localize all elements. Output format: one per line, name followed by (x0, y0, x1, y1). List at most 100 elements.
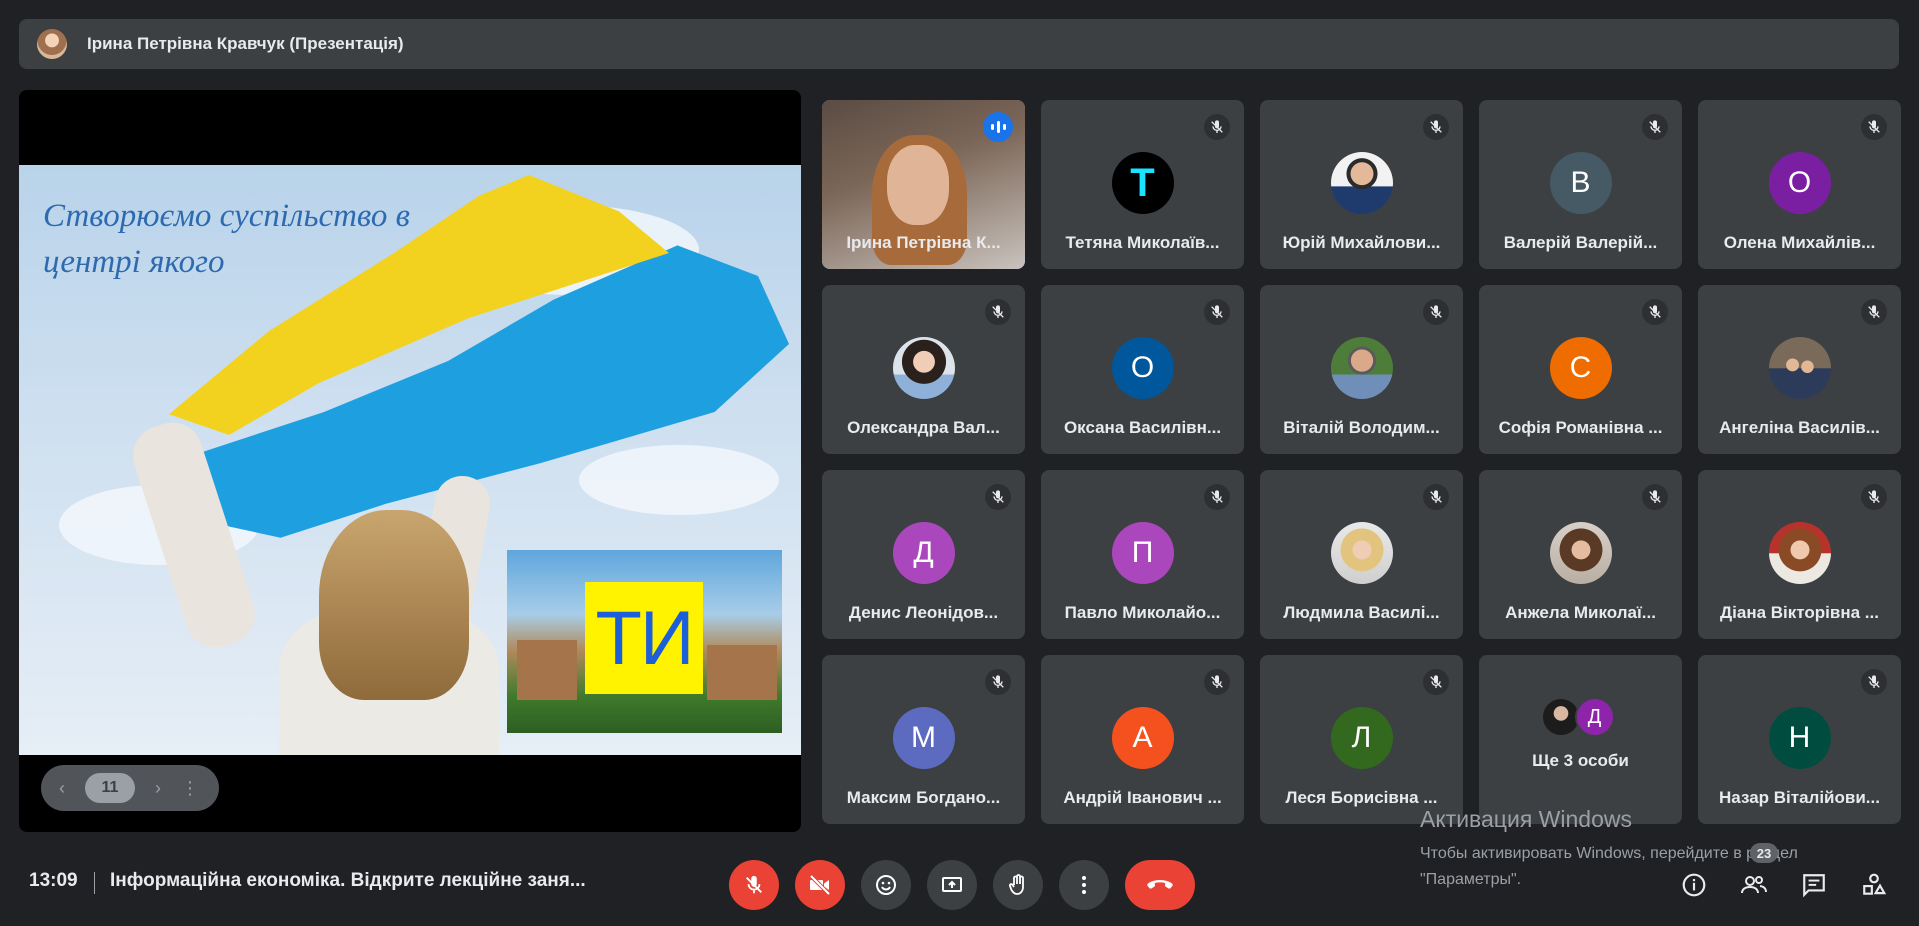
participant-name: Юрій Михайлови... (1282, 233, 1441, 252)
avatar: Л (1330, 707, 1393, 769)
slide-person (319, 510, 469, 700)
participant-tile[interactable]: П Павло Миколайо... (1041, 470, 1244, 639)
participant-tile[interactable]: Юрій Михайлови... (1260, 100, 1463, 269)
participant-tile[interactable]: Ірина Петрівна К... (822, 100, 1025, 269)
mic-toggle-button[interactable] (729, 860, 779, 910)
mic-off-icon (1204, 299, 1230, 325)
presenter-title: Ірина Петрівна Кравчук (Презентація) (87, 34, 404, 53)
mic-off-icon (1861, 484, 1887, 510)
participant-name: Леся Борисівна ... (1285, 788, 1438, 807)
speaking-indicator-icon (983, 112, 1013, 142)
presenter-bar: Ірина Петрівна Кравчук (Презентація) (19, 19, 1899, 69)
avatar: Н (1768, 707, 1831, 769)
present-button[interactable] (927, 860, 977, 910)
participant-name: Назар Віталійови... (1719, 788, 1880, 807)
participant-name: Віталій Володим... (1283, 418, 1440, 437)
leave-call-button[interactable] (1125, 860, 1195, 910)
chevron-right-icon[interactable]: › (147, 778, 169, 799)
participant-name: Ангеліна Василів... (1719, 418, 1880, 437)
chat-icon (1803, 874, 1825, 898)
avatar: М (892, 707, 955, 769)
participant-tile[interactable]: Д Ще 3 особи (1479, 655, 1682, 824)
participant-count-badge: 23 (1750, 843, 1778, 863)
mic-off-icon (1642, 299, 1668, 325)
mic-off-icon (1204, 484, 1230, 510)
avatar: Д (892, 522, 955, 584)
info-icon (1682, 873, 1706, 897)
call-end-icon (1147, 880, 1173, 889)
presenter-avatar (37, 29, 67, 59)
participant-name: Ще 3 особи (1532, 751, 1629, 770)
participant-tile[interactable]: Н Назар Віталійови... (1698, 655, 1901, 824)
mic-off-icon (1204, 669, 1230, 695)
camera-toggle-button[interactable] (795, 860, 845, 910)
watermark-title: Активация Windows (1420, 806, 1632, 832)
avatar (1768, 337, 1831, 399)
avatar (1330, 152, 1393, 214)
more-participants-avatars: Д (1540, 697, 1621, 737)
participant-name: Діана Вікторівна ... (1720, 603, 1879, 622)
people-icon (1741, 876, 1767, 894)
participant-tile[interactable]: С Софія Романівна ... (1479, 285, 1682, 454)
activities-button[interactable] (1854, 865, 1894, 905)
participant-tile[interactable]: Д Денис Леонідов... (822, 470, 1025, 639)
meeting-clock: 13:09 (29, 870, 78, 891)
participant-name: Олена Михайлів... (1723, 233, 1876, 252)
participant-name: Денис Леонідов... (848, 603, 999, 622)
mic-off-icon (985, 669, 1011, 695)
participant-name: Олександра Вал... (847, 418, 1000, 437)
slide-inset-text: ТИ (585, 582, 703, 694)
slide-page-number: 11 (85, 773, 135, 803)
participant-tile[interactable]: М Максим Богдано... (822, 655, 1025, 824)
avatar (1549, 522, 1612, 584)
presentation-stage[interactable]: Створюємо суспільство в центрі якого ТИ … (19, 90, 801, 832)
videocam-off-icon (809, 874, 831, 896)
participant-tile[interactable]: О Оксана Василівн... (1041, 285, 1244, 454)
participant-name: Павло Миколайо... (1064, 603, 1221, 622)
participant-tile[interactable]: Ангеліна Василів... (1698, 285, 1901, 454)
participant-tile[interactable]: T Тетяна Миколаїв... (1041, 100, 1244, 269)
mic-off-icon (1861, 114, 1887, 140)
mic-off-icon (746, 875, 762, 894)
activities-icon (1863, 873, 1887, 895)
participant-tile[interactable]: Людмила Василі... (1260, 470, 1463, 639)
avatar: С (1549, 337, 1612, 399)
mic-off-icon (985, 299, 1011, 325)
more-options-button[interactable] (1059, 860, 1109, 910)
more-vert-icon (1082, 876, 1086, 894)
participant-grid: Ірина Петрівна К... T Тетяна Миколаїв... Юр… (822, 100, 1901, 824)
participant-tile[interactable]: В Валерій Валерій... (1479, 100, 1682, 269)
avatar (1330, 522, 1393, 584)
meeting-title: Інформаційна економіка. Відкрите лекційн… (110, 870, 586, 891)
chevron-left-icon[interactable]: ‹ (51, 778, 73, 799)
participant-name: Оксана Василівн... (1063, 418, 1222, 437)
more-vert-icon[interactable]: ⋮ (181, 778, 199, 799)
participant-tile[interactable]: Олександра Вал... (822, 285, 1025, 454)
participant-name: Валерій Валерій... (1503, 233, 1658, 252)
mic-off-icon (1642, 114, 1668, 140)
slide-text: Створюємо суспільство в центрі якого (43, 198, 410, 280)
avatar (1768, 522, 1831, 584)
participant-tile[interactable]: О Олена Михайлів... (1698, 100, 1901, 269)
mic-off-icon (1861, 299, 1887, 325)
participant-tile[interactable]: Віталій Володим... (1260, 285, 1463, 454)
people-button[interactable]: 23 (1734, 843, 1778, 905)
chat-button[interactable] (1794, 865, 1834, 905)
mic-off-icon (1423, 669, 1449, 695)
participant-name: Андрій Іванович ... (1063, 788, 1222, 807)
avatar: П (1111, 522, 1174, 584)
participant-tile[interactable]: Анжела Миколаї... (1479, 470, 1682, 639)
avatar: А (1111, 707, 1174, 769)
info-button[interactable] (1674, 865, 1714, 905)
avatar: T (1111, 152, 1174, 214)
emoji-icon (876, 875, 896, 895)
mic-off-icon (1423, 299, 1449, 325)
raise-hand-button[interactable] (993, 860, 1043, 910)
participant-tile[interactable]: Л Леся Борисівна ... (1260, 655, 1463, 824)
participant-tile[interactable]: Діана Вікторівна ... (1698, 470, 1901, 639)
avatar: В (1549, 152, 1612, 214)
slide-inset-image: ТИ (507, 550, 782, 733)
avatar (892, 337, 955, 399)
participant-tile[interactable]: А Андрій Іванович ... (1041, 655, 1244, 824)
emoji-button[interactable] (861, 860, 911, 910)
